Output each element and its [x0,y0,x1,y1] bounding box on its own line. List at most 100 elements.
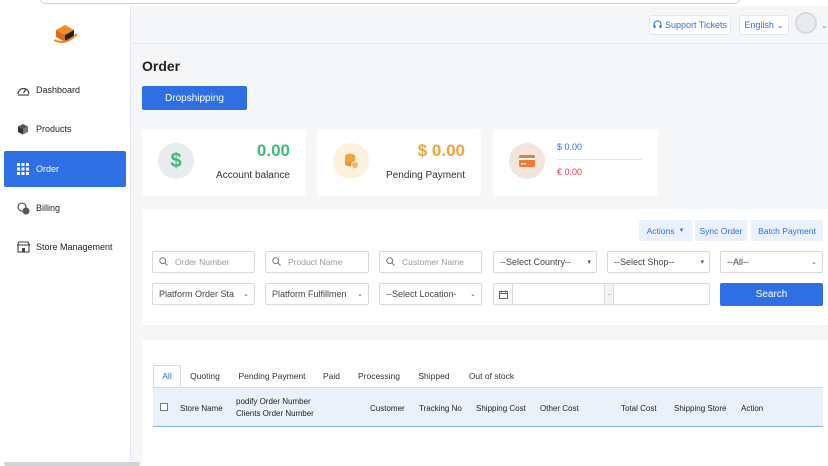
chevron-down-icon: ⌄ [776,20,784,30]
customer-name-placeholder: Customer Name [402,257,464,267]
date-start-input[interactable] [513,284,604,304]
caret-down-icon: ▾ [700,259,704,266]
avatar[interactable] [795,12,817,34]
sidebar-item-billing[interactable]: Billing [4,190,126,226]
location-select[interactable]: --Select Location- ⌄ [379,283,482,305]
sidebar-item-order[interactable]: Order [4,151,126,187]
chevron-down-icon: ⌄ [357,291,363,298]
sync-order-label: Sync Order [699,225,743,236]
chevron-down-icon: ⌄ [811,259,817,266]
language-select[interactable]: English ⌄ [739,15,789,35]
actions-label: Actions [646,225,675,236]
all-value: --All-- [727,257,749,267]
tab-paid[interactable]: Paid [318,365,345,387]
batch-payment-button[interactable]: Batch Payment [751,220,823,241]
order-number-input[interactable]: Order Number [152,251,255,273]
language-label: English [744,20,774,30]
sync-order-button[interactable]: Sync Order [695,220,747,241]
date-range-picker[interactable]: - [493,283,710,305]
tab-shipped[interactable]: Shipped [413,365,455,387]
dashboard-icon [16,83,30,97]
column-header: Shipping Store [674,404,727,413]
select-all-checkbox[interactable] [160,403,168,411]
horizontal-scrollbar[interactable] [4,462,140,466]
pending-payment-card: $ 0.00 Pending Payment [317,129,481,196]
pending-payment-label: Pending Payment [386,170,465,181]
column-header: Clients Order Number [236,409,314,418]
platform-order-status-select[interactable]: Platform Order Sta ⌄ [152,283,255,305]
shop-value: --Select Shop-- [614,257,675,267]
account-balance-value: 0.00 [256,141,290,160]
tab-label: Quoting [190,371,220,381]
search-icon [272,257,282,267]
sidebar-item-dashboard[interactable]: Dashboard [4,72,126,108]
tab-all[interactable]: All [153,365,181,387]
tab-out-of-stock[interactable]: Out of stock [463,365,520,387]
support-tickets-button[interactable]: Support Tickets [649,15,731,35]
platform-order-status-value: Platform Order Sta [159,289,235,299]
country-value: --Select Country-- [500,257,572,267]
box-icon [16,122,30,136]
tab-label: Paid [322,371,340,381]
chevron-down-icon: ⌄ [470,291,476,298]
tab-quoting[interactable]: Quoting [184,365,226,387]
page-title: Order [142,58,181,74]
column-header: Tracking No [419,404,462,413]
date-separator: - [604,284,614,304]
sidebar-item-label: Dashboard [36,85,81,95]
order-number-placeholder: Order Number [175,257,230,267]
tab-label: Shipped [418,371,450,381]
dollar-icon: $ [158,143,194,179]
actions-dropdown-button[interactable]: Actions ▼ [639,220,692,241]
tab-label: All [162,371,172,381]
shop-select[interactable]: --Select Shop-- ▾ [607,251,710,273]
calendar-icon [494,284,513,304]
headset-icon [653,19,662,31]
caret-down-icon: ▼ [678,227,685,234]
column-header: Total Cost [621,404,657,413]
search-icon [159,257,169,267]
product-name-input[interactable]: Product Name [265,251,369,273]
customer-name-input[interactable]: Customer Name [379,251,482,273]
pending-payment-value: $ 0.00 [417,141,465,160]
platform-fulfillment-select[interactable]: Platform Fulfillmen ⌄ [265,283,369,305]
divider [557,159,642,160]
country-select[interactable]: --Select Country-- ▾ [493,251,597,273]
dropshipping-button[interactable]: Dropshipping [142,86,247,110]
batch-payment-label: Batch Payment [758,225,816,236]
chevron-down-icon[interactable]: ⌄ [821,21,828,30]
tab-pending-payment[interactable]: Pending Payment [234,365,310,387]
platform-fulfillment-value: Platform Fulfillmen [272,289,347,299]
dropshipping-label: Dropshipping [165,92,224,104]
column-header: Other Cost [540,404,579,413]
column-header: Shipping Cost [476,404,526,413]
sidebar-item-products[interactable]: Products [4,111,126,147]
sidebar-item-label: Order [36,164,60,174]
column-header: Customer [370,404,405,413]
tab-label: Processing [357,371,401,381]
all-select[interactable]: --All-- ⌄ [720,251,823,273]
eur-balance-value: € 0.00 [557,167,583,177]
orders-table-header: Store Name podify Order Number Clients O… [153,387,823,427]
tab-processing[interactable]: Processing [353,365,405,387]
account-balance-label: Account balance [216,170,290,181]
coin-stack-icon [333,143,369,179]
search-button[interactable]: Search [720,283,823,306]
column-header: Action [741,404,764,413]
chevron-down-icon: ⌄ [243,291,249,298]
store-icon [16,240,30,254]
column-header: Store Name [180,404,223,413]
sidebar-item-label: Billing [36,203,61,213]
address-bar[interactable] [40,0,740,4]
sidebar-item-store-management[interactable]: Store Management [4,229,126,265]
top-header: Support Tickets English ⌄ ⌄ [131,6,828,44]
tab-label: Out of stock [468,371,515,381]
sidebar: Dashboard Products Order Billing Store M… [0,6,131,466]
account-balance-card: $ 0.00 Account balance [142,129,306,196]
location-value: --Select Location- [386,289,457,299]
currency-balance-card: $ 0.00 € 0.00 [493,129,658,196]
date-end-input[interactable] [614,284,709,304]
support-tickets-label: Support Tickets [664,20,728,30]
brand-logo[interactable] [50,20,80,46]
search-icon [386,257,396,267]
